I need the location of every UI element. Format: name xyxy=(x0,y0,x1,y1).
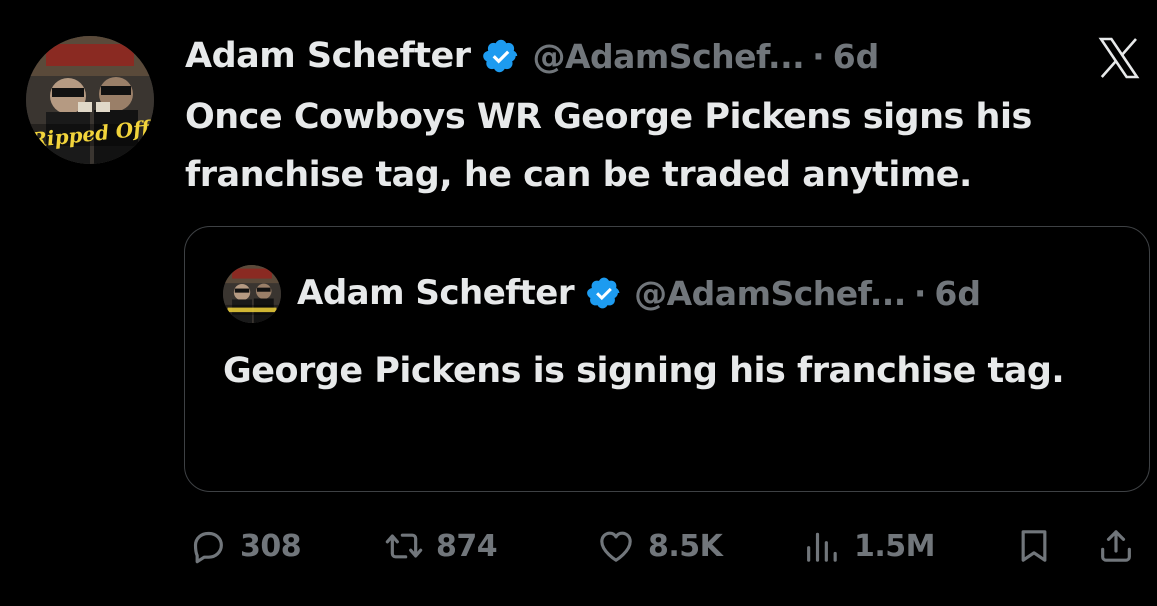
repost-button[interactable]: 874 xyxy=(384,518,498,574)
quoted-author-avatar[interactable] xyxy=(223,265,281,323)
author-handle[interactable]: @AdamSchef... xyxy=(532,37,804,76)
author-name[interactable]: Adam Schefter xyxy=(185,36,471,76)
quoted-avatar-image xyxy=(223,265,281,323)
quoted-header-separator: · xyxy=(913,273,927,313)
reply-button[interactable]: 308 xyxy=(188,518,302,574)
author-avatar[interactable]: Ripped Off xyxy=(26,36,154,164)
quoted-author-handle[interactable]: @AdamSchef... xyxy=(634,274,906,313)
repost-icon xyxy=(385,533,423,559)
tweet-timestamp[interactable]: 6d xyxy=(833,37,880,76)
x-logo-icon xyxy=(1095,34,1143,82)
header-separator: · xyxy=(812,36,825,76)
views-count: 1.5M xyxy=(854,528,936,564)
quoted-author-name[interactable]: Adam Schefter xyxy=(297,273,575,313)
quoted-verified-badge-icon xyxy=(586,275,622,311)
quoted-tweet-text: George Pickens is signing his franchise … xyxy=(223,351,1065,391)
tweet[interactable]: Ripped Off Adam Schefter @AdamSchef... ·… xyxy=(0,0,1157,606)
reply-count: 308 xyxy=(240,528,302,564)
quoted-tweet-header: Adam Schefter @AdamSchef... · 6d xyxy=(297,267,981,319)
tweet-text: Once Cowboys WR George Pickens signs his… xyxy=(185,97,1032,195)
bookmark-icon xyxy=(1021,530,1047,562)
quoted-tweet-timestamp[interactable]: 6d xyxy=(934,274,981,313)
share-button[interactable] xyxy=(1096,518,1148,574)
views-button[interactable]: 1.5M xyxy=(802,518,936,574)
repost-count: 874 xyxy=(436,528,498,564)
share-icon xyxy=(1101,530,1131,562)
tweet-header: Adam Schefter @AdamSchef... · 6d xyxy=(185,30,879,82)
quoted-tweet-card[interactable]: Adam Schefter @AdamSchef... · 6d George … xyxy=(184,226,1150,492)
verified-badge-icon[interactable] xyxy=(482,37,520,75)
views-chart-icon xyxy=(807,532,837,562)
bookmark-button[interactable] xyxy=(1014,518,1066,574)
reply-icon xyxy=(193,531,223,564)
like-button[interactable]: 8.5K xyxy=(596,518,723,574)
like-count: 8.5K xyxy=(648,528,723,564)
heart-icon xyxy=(600,531,632,562)
tweet-action-bar: 308 874 8.5K 1.5M xyxy=(188,518,1148,574)
